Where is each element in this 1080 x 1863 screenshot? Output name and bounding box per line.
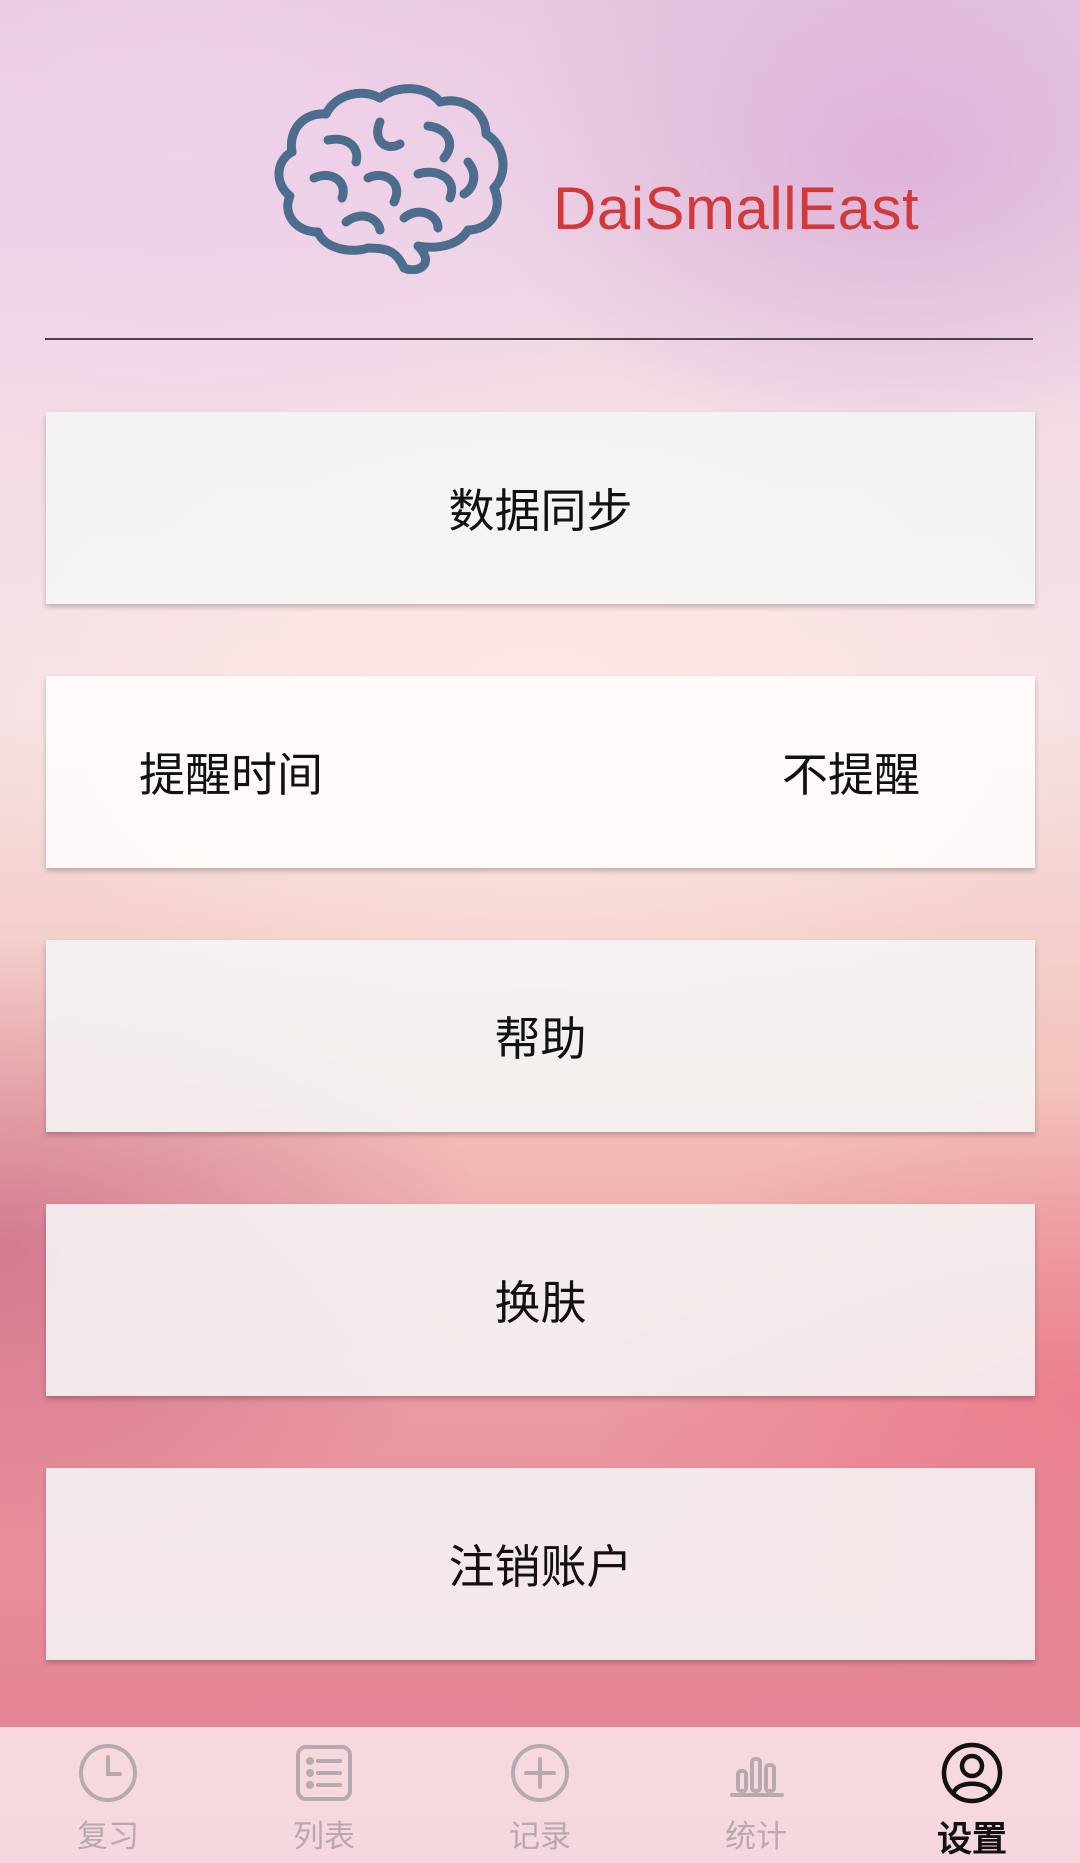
bottom-tab-bar: 复习 列表 记录 统计 设置 [0, 1727, 1080, 1863]
reminder-time-row[interactable]: 提醒时间 不提醒 [46, 676, 1035, 868]
tab-review[interactable]: 复习 [0, 1727, 216, 1863]
plus-circle-icon [511, 1744, 569, 1802]
header-divider [45, 338, 1033, 340]
data-sync-label: 数据同步 [448, 484, 633, 538]
brand-name: DaiSmallEast [553, 175, 920, 242]
data-sync-button[interactable]: 数据同步 [46, 412, 1035, 604]
tab-list[interactable]: 列表 [216, 1727, 432, 1863]
tab-record-label: 记录 [509, 1819, 571, 1855]
app-header: DaiSmallEast [0, 0, 1080, 340]
delete-account-button[interactable]: 注销账户 [46, 1468, 1035, 1660]
tab-review-label: 复习 [77, 1819, 139, 1855]
tab-settings[interactable]: 设置 [864, 1727, 1080, 1863]
reminder-time-label: 提醒时间 [139, 748, 323, 802]
tab-stats-label: 统计 [725, 1819, 787, 1855]
help-button[interactable]: 帮助 [46, 940, 1035, 1132]
change-skin-label: 换肤 [494, 1276, 587, 1330]
reminder-time-value: 不提醒 [782, 748, 920, 802]
list-icon [296, 1745, 352, 1801]
tab-list-label: 列表 [293, 1819, 355, 1855]
brain-icon [274, 84, 508, 274]
help-label: 帮助 [494, 1012, 587, 1066]
clock-icon [79, 1744, 137, 1802]
bar-chart-icon [730, 1757, 784, 1797]
tab-settings-label: 设置 [936, 1820, 1007, 1860]
user-circle-icon [941, 1742, 1003, 1804]
tab-stats[interactable]: 统计 [648, 1727, 864, 1863]
tab-record[interactable]: 记录 [432, 1727, 648, 1863]
delete-account-label: 注销账户 [448, 1540, 633, 1594]
change-skin-button[interactable]: 换肤 [46, 1204, 1035, 1396]
